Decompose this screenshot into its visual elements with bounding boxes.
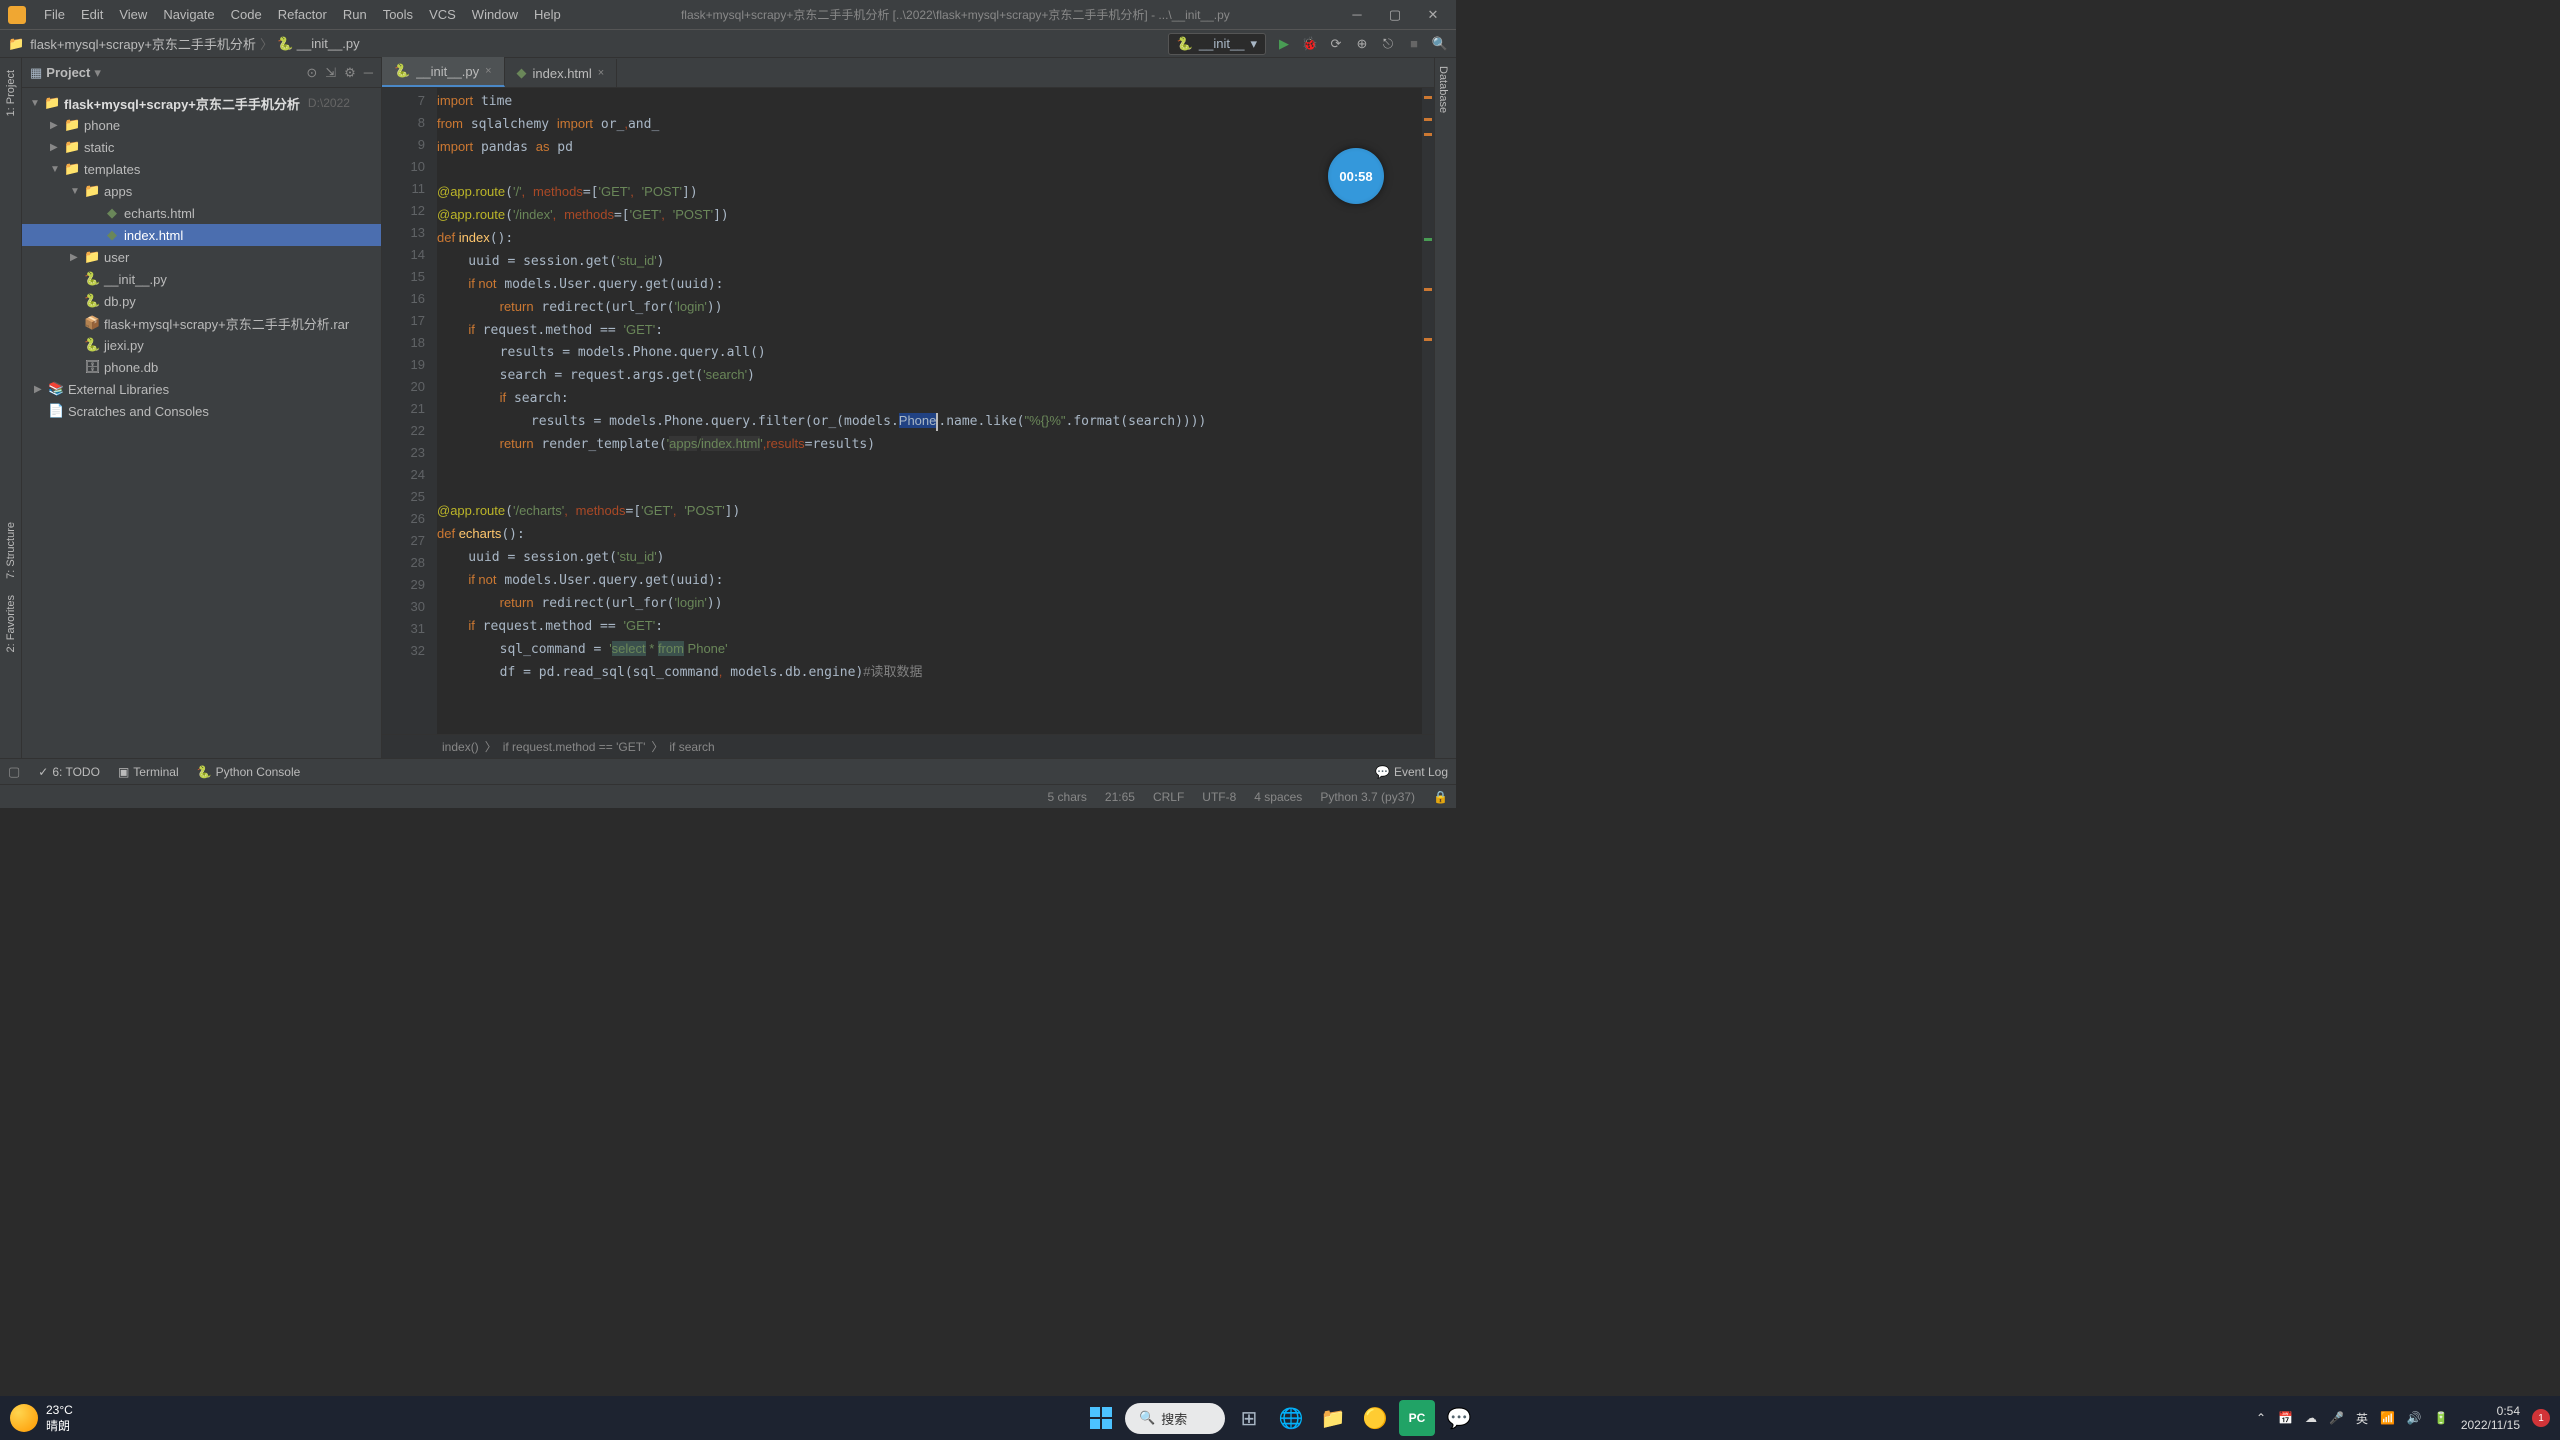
menu-edit[interactable]: Edit [73,7,111,22]
menu-code[interactable]: Code [223,7,270,22]
start-button[interactable] [1083,1400,1119,1436]
coverage-button[interactable]: ⟳ [1328,36,1344,52]
timer-badge: 00:58 [1328,148,1384,204]
menu-vcs[interactable]: VCS [421,7,464,22]
tab-index[interactable]: ◆index.html× [505,59,618,87]
nav-file[interactable]: 🐍 __init__.py [277,36,360,52]
chevron-down-icon: ▾ [1250,36,1257,52]
status-lock-icon[interactable]: 🔒 [1433,790,1448,804]
terminal-tab[interactable]: ▣ Terminal [118,765,179,779]
menu-window[interactable]: Window [464,7,526,22]
status-line-sep[interactable]: CRLF [1153,790,1184,804]
tray-onedrive-icon[interactable]: ☁ [2305,1411,2317,1425]
chevron-down-icon[interactable]: ▾ [94,65,101,81]
project-tool-tab[interactable]: 1: Project [3,62,19,124]
code-editor[interactable]: 7891011121314151617181920212223242526272… [382,88,1434,734]
status-indent[interactable]: 4 spaces [1254,790,1302,804]
explorer-icon[interactable]: 📁 [1315,1400,1351,1436]
run-config-select[interactable]: 🐍 __init__ ▾ [1168,33,1266,55]
notification-badge[interactable]: 1 [2532,1409,2550,1427]
attach-button[interactable]: ⎋ [1380,36,1396,52]
nav-project[interactable]: flask+mysql+scrapy+京东二手手机分析 [30,34,256,53]
profile-button[interactable]: ⊕ [1354,36,1370,52]
hide-icon[interactable]: ─ [364,65,373,81]
stop-button[interactable]: ■ [1406,36,1422,51]
python-console-tab[interactable]: 🐍 Python Console [197,765,301,779]
menu-view[interactable]: View [111,7,155,22]
taskbar-search[interactable]: 🔍搜索 [1125,1403,1225,1434]
tray-mic-icon[interactable]: 🎤 [2329,1411,2344,1425]
close-button[interactable]: ✕ [1418,5,1448,25]
menu-file[interactable]: File [36,7,73,22]
menu-help[interactable]: Help [526,7,569,22]
task-view-button[interactable]: ⊞ [1231,1400,1267,1436]
error-stripe[interactable] [1422,88,1434,734]
menu-run[interactable]: Run [335,7,375,22]
menu-navigate[interactable]: Navigate [155,7,222,22]
locate-icon[interactable]: ⊙ [306,65,317,81]
tray-ime[interactable]: 英 [2356,1410,2368,1427]
tool-window-icon[interactable]: ▢ [8,764,20,780]
tray-volume-icon[interactable]: 🔊 [2407,1411,2422,1425]
status-python[interactable]: Python 3.7 (py37) [1320,790,1415,804]
status-encoding[interactable]: UTF-8 [1202,790,1236,804]
menu-refactor[interactable]: Refactor [270,7,335,22]
event-log-tab[interactable]: 💬 Event Log [1375,765,1448,779]
tray-chevron-icon[interactable]: ⌃ [2256,1411,2266,1425]
sun-icon [10,1404,38,1432]
favorites-tool-tab[interactable]: 2: Favorites [3,587,19,660]
close-icon[interactable]: × [598,67,604,79]
status-chars: 5 chars [1048,790,1087,804]
app-logo [8,6,26,24]
chrome-icon[interactable]: 🟡 [1357,1400,1393,1436]
maximize-button[interactable]: ▢ [1380,5,1410,25]
window-title: flask+mysql+scrapy+京东二手手机分析 [..\2022\fla… [569,6,1342,23]
project-tree[interactable]: ▼📁flask+mysql+scrapy+京东二手手机分析D:\2022 ▶📁p… [22,88,381,426]
panel-title[interactable]: Project [46,65,90,80]
search-icon: 🔍 [1139,1410,1155,1426]
tray-wifi-icon[interactable]: 📶 [2380,1411,2395,1425]
structure-tool-tab[interactable]: 7: Structure [3,514,19,587]
tray-clock[interactable]: 0:542022/11/15 [2461,1404,2520,1433]
run-button[interactable]: ▶ [1276,36,1292,52]
tab-init[interactable]: 🐍__init__.py× [382,57,505,87]
pycharm-icon[interactable]: PC [1399,1400,1435,1436]
minimize-button[interactable]: ─ [1342,5,1372,25]
weather-widget[interactable]: 23°C晴朗 [10,1403,73,1434]
code-content[interactable]: import time from sqlalchemy import or_,a… [437,88,1422,734]
database-tool-tab[interactable]: Database [1435,58,1451,121]
collapse-icon[interactable]: ⇲ [325,65,336,81]
settings-icon[interactable]: ⚙ [344,65,356,81]
line-gutter: 7891011121314151617181920212223242526272… [382,88,437,734]
todo-tab[interactable]: ✓ 6: TODO [38,765,100,779]
edge-icon[interactable]: 🌐 [1273,1400,1309,1436]
tray-app-icon[interactable]: 📅 [2278,1411,2293,1425]
python-icon: 🐍 [1177,36,1193,52]
search-everywhere-button[interactable]: 🔍 [1432,36,1448,52]
breadcrumb[interactable]: index()〉 if request.method == 'GET'〉 if … [382,734,1434,758]
project-view-icon: ▦ [30,65,42,81]
status-position[interactable]: 21:65 [1105,790,1135,804]
folder-icon: 📁 [8,36,24,52]
close-icon[interactable]: × [485,65,491,77]
menu-tools[interactable]: Tools [375,7,421,22]
wechat-icon[interactable]: 💬 [1441,1400,1477,1436]
tray-battery-icon[interactable]: 🔋 [2434,1411,2449,1425]
debug-button[interactable]: 🐞 [1302,36,1318,52]
tree-item-selected: ◆index.html [22,224,381,246]
